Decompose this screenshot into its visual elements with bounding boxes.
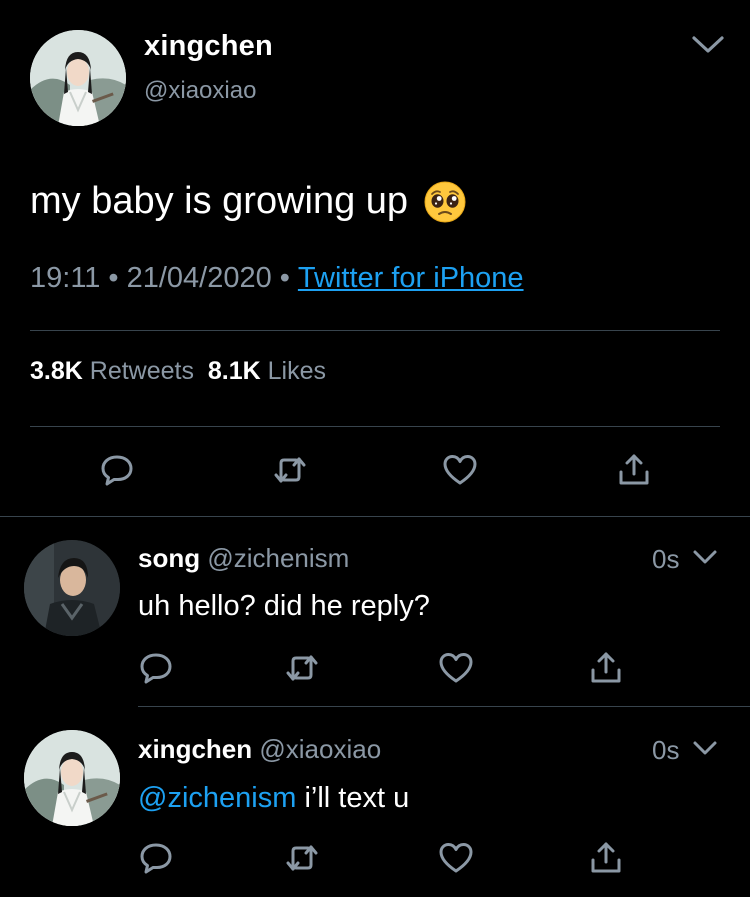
divider [30, 330, 720, 331]
reply-timestamp: 0s [652, 735, 680, 765]
tweet-stats: 3.8K Retweets 8.1K Likes [30, 357, 326, 386]
main-tweet-author-name[interactable]: xingchen [144, 30, 273, 63]
like-icon[interactable] [436, 648, 476, 688]
tweet-date: 21/04/2020 [126, 262, 272, 294]
pleading-face-emoji-icon [424, 181, 466, 223]
chevron-down-icon[interactable] [692, 548, 718, 566]
reply-timestamp: 0s [652, 544, 680, 574]
reply-author-name[interactable]: xingchen [138, 734, 252, 764]
reply-mention-link[interactable]: @zichenism [138, 782, 296, 814]
share-icon[interactable] [586, 648, 626, 688]
reply-author-name[interactable]: song [138, 543, 200, 573]
retweets-count: 3.8K [30, 357, 83, 385]
share-icon[interactable] [586, 838, 626, 878]
main-tweet-meta: 19:11 • 21/04/2020 • Twitter for iPhone [30, 262, 524, 295]
retweet-icon[interactable] [282, 838, 322, 878]
like-icon[interactable] [440, 450, 480, 490]
main-tweet-text: my baby is growing up [30, 180, 466, 223]
likes-label: Likes [267, 357, 327, 385]
reply-header: song @zichenism [138, 543, 349, 574]
reply-text: uh hello? did he reply? [138, 590, 430, 622]
reply-text: @zichenism i’ll text u [138, 782, 409, 815]
reply-author-handle[interactable]: @zichenism [207, 543, 349, 573]
reply-icon[interactable] [97, 450, 137, 490]
divider [138, 706, 750, 707]
retweets-stat[interactable]: 3.8K Retweets [30, 357, 194, 385]
main-tweet-text-content: my baby is growing up [30, 180, 409, 222]
reply-text-content: i’ll text u [304, 782, 410, 814]
share-icon[interactable] [614, 450, 654, 490]
retweets-label: Retweets [89, 357, 194, 385]
like-icon[interactable] [436, 838, 476, 878]
reply-icon[interactable] [136, 648, 176, 688]
divider [0, 516, 750, 517]
chevron-down-icon[interactable] [690, 32, 726, 56]
reply-author-handle[interactable]: @xiaoxiao [259, 734, 381, 764]
reply-avatar[interactable] [24, 730, 120, 826]
likes-count: 8.1K [207, 357, 261, 385]
tweet-time: 19:11 [30, 262, 101, 294]
divider [30, 426, 720, 427]
reply-icon[interactable] [136, 838, 176, 878]
retweet-icon[interactable] [282, 648, 322, 688]
meta-separator: • [108, 262, 119, 294]
likes-stat[interactable]: 8.1K Likes [208, 357, 326, 385]
chevron-down-icon[interactable] [692, 739, 718, 757]
retweet-icon[interactable] [270, 450, 310, 490]
reply-header: xingchen @xiaoxiao [138, 734, 381, 765]
main-tweet-author-handle[interactable]: @xiaoxiao [144, 77, 256, 105]
reply-avatar[interactable] [24, 540, 120, 636]
meta-separator: • [279, 262, 290, 294]
main-tweet-avatar[interactable] [30, 30, 126, 126]
tweet-source-link[interactable]: Twitter for iPhone [298, 262, 524, 294]
